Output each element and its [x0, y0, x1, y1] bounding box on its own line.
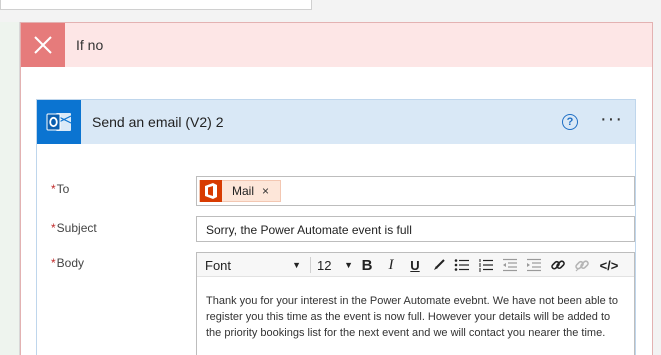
- increase-indent-button[interactable]: [524, 253, 544, 277]
- remove-token-icon[interactable]: ×: [262, 184, 269, 198]
- numbered-list-button[interactable]: [476, 253, 496, 277]
- body-editor[interactable]: Font ▼ 12 ▼ B I U </> Thank you for your…: [196, 252, 635, 355]
- if-no-branch: If no Send an email (V2) 2 ? ··· *To Mai…: [20, 22, 653, 355]
- bold-button[interactable]: B: [357, 253, 377, 277]
- bulleted-list-icon: [454, 259, 469, 271]
- font-family-select[interactable]: Font ▼: [205, 253, 305, 277]
- if-no-title: If no: [76, 37, 104, 53]
- card-title: Send an email (V2) 2: [92, 114, 224, 130]
- formatting-toolbar: Font ▼ 12 ▼ B I U </>: [197, 253, 634, 277]
- underline-button[interactable]: U: [405, 253, 425, 277]
- font-color-button[interactable]: [429, 253, 449, 277]
- bulleted-list-button[interactable]: [452, 253, 472, 277]
- font-size-value: 12: [317, 257, 332, 273]
- previous-card-fragment: [0, 0, 312, 10]
- flow-designer-canvas: If no Send an email (V2) 2 ? ··· *To Mai…: [0, 0, 661, 355]
- font-family-value: Font: [205, 257, 232, 273]
- chevron-down-icon: ▼: [292, 260, 301, 270]
- mail-token[interactable]: Mail ×: [199, 180, 281, 202]
- more-options-icon[interactable]: ···: [600, 109, 623, 129]
- required-marker: *: [51, 256, 56, 270]
- office-icon: [200, 180, 222, 202]
- body-label: *Body: [51, 256, 84, 270]
- if-no-header[interactable]: If no: [21, 23, 652, 67]
- to-label: *To: [51, 182, 69, 196]
- chevron-down-icon: ▼: [344, 260, 353, 270]
- font-size-select[interactable]: 12 ▼: [317, 253, 355, 277]
- mail-token-label: Mail: [232, 184, 255, 198]
- decrease-indent-button[interactable]: [500, 253, 520, 277]
- required-marker: *: [51, 182, 56, 196]
- if-yes-branch-edge: [0, 22, 20, 355]
- close-icon: [21, 23, 65, 67]
- increase-indent-icon: [527, 258, 541, 272]
- subject-label: *Subject: [51, 221, 97, 235]
- toolbar-divider: [310, 257, 311, 273]
- decrease-indent-icon: [503, 258, 517, 272]
- send-email-card: Send an email (V2) 2 ? ··· *To Mail × *S…: [36, 99, 636, 355]
- numbered-list-icon: [479, 259, 493, 272]
- body-text[interactable]: Thank you for your interest in the Power…: [206, 293, 626, 341]
- help-icon[interactable]: ?: [562, 114, 578, 130]
- subject-label-text: Subject: [56, 221, 97, 235]
- link-icon: [551, 260, 565, 270]
- to-field[interactable]: Mail ×: [196, 176, 635, 206]
- send-email-card-header[interactable]: Send an email (V2) 2 ? ···: [37, 100, 635, 144]
- required-marker: *: [51, 221, 56, 235]
- italic-button[interactable]: I: [381, 253, 401, 277]
- outlook-icon: [37, 100, 81, 144]
- unlink-icon: [575, 260, 589, 272]
- paintbrush-icon: [434, 259, 445, 270]
- remove-link-button[interactable]: [572, 253, 592, 277]
- insert-link-button[interactable]: [548, 253, 568, 277]
- subject-input[interactable]: Sorry, the Power Automate event is full: [196, 216, 635, 242]
- code-view-button[interactable]: </>: [596, 253, 622, 277]
- to-label-text: To: [56, 182, 70, 196]
- body-label-text: Body: [56, 256, 85, 270]
